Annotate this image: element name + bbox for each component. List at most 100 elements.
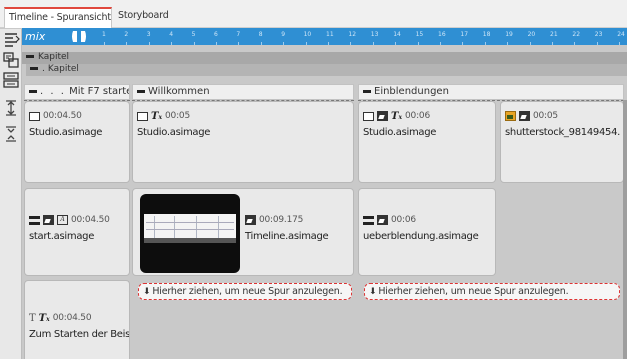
ungroup-icon[interactable] (2, 71, 20, 89)
clip-filename: shutterstock_98149454. (505, 127, 621, 138)
text-fx-icon: Tx (391, 110, 403, 122)
vertical-scrollbar[interactable] (623, 100, 627, 359)
ruler-tick-label: 11 (326, 31, 334, 38)
transition-icon (377, 111, 388, 121)
ruler-tick (507, 42, 509, 45)
timeline-clip[interactable]: Tx 00:06 Studio.asimage (358, 101, 496, 183)
timeline-clip[interactable]: 00:04.50 Studio.asimage (24, 101, 130, 183)
collapse-icon[interactable] (2, 125, 20, 143)
section-header[interactable]: . . . Mit F7 starten (24, 84, 130, 100)
thumb-detail (154, 216, 155, 238)
ruler-tick (552, 42, 553, 45)
timeline-toolbar (0, 29, 22, 359)
clip-filename: Studio.asimage (363, 127, 437, 138)
clip-filename: ueberblendung.asimage (363, 231, 479, 242)
ruler-tick-label: 23 (594, 31, 603, 38)
timeline-clip[interactable]: T Tx 00:04.50 Zum Starten der Beis (24, 280, 130, 359)
ruler-tick-label: 2 (124, 31, 129, 38)
clip-duration: 00:05 (165, 111, 190, 121)
expand-icon[interactable] (2, 99, 20, 117)
collapse-dash-icon (363, 89, 371, 93)
collapse-dash-icon (29, 89, 37, 93)
clip-filename: Studio.asimage (29, 127, 103, 138)
ruler-tick (193, 42, 195, 45)
ruler-tick (238, 42, 240, 45)
ruler-tick-label: 10 (303, 31, 312, 38)
ruler-tick (171, 42, 173, 45)
ruler-tick (529, 42, 531, 45)
ruler-tick (260, 42, 262, 45)
ruler-tick-label: 19 (505, 31, 513, 38)
ruler-tick (305, 42, 307, 45)
ruler-tick (283, 42, 285, 45)
clip-filename: Studio.asimage (137, 127, 211, 138)
new-track-dropzone[interactable]: ⬇ Hierher ziehen, um neue Spur anzulegen. (138, 283, 352, 300)
section-label: Mit F7 starten (69, 86, 129, 97)
down-arrow-icon: ⬇ (369, 287, 377, 297)
clip-filename: Timeline.asimage (245, 231, 329, 242)
tab-bar: Timeline - Spuransicht Storyboard (0, 0, 627, 28)
ruler-tick-label: 8 (258, 31, 263, 38)
timeline-clip[interactable]: A 00:04.50 start.asimage (24, 188, 130, 276)
ruler-tick-label: 20 (527, 31, 536, 38)
bars-icon (29, 215, 40, 225)
section-header[interactable]: Einblendungen (358, 84, 624, 100)
down-arrow-icon: ⬇ (143, 287, 151, 297)
ruler-tick-label: 17 (460, 31, 469, 38)
playhead-marker-icon[interactable] (70, 30, 88, 43)
transition-icon (519, 111, 530, 121)
group-icon[interactable] (2, 51, 20, 69)
clip-filename: Zum Starten der Beis (29, 329, 130, 340)
section-label: Willkommen (148, 86, 210, 97)
ruler-tick (574, 42, 576, 45)
timeline-clip[interactable]: 00:05 shutterstock_98149454. (500, 101, 624, 183)
dropzone-label: Hierher ziehen, um neue Spur anzulegen. (378, 286, 569, 297)
clip-thumbnail[interactable] (140, 194, 240, 273)
ruler-tick (148, 42, 150, 45)
bars-icon (363, 215, 374, 225)
text-icon: T (29, 312, 36, 324)
clip-duration: 00:06 (405, 111, 430, 121)
tab-storyboard[interactable]: Storyboard (114, 7, 173, 28)
new-track-dropzone[interactable]: ⬇ Hierher ziehen, um neue Spur anzulegen. (364, 283, 620, 300)
ruler-tick-label: 1 (102, 31, 106, 38)
align-icon[interactable] (2, 31, 20, 49)
transition-icon (43, 215, 54, 225)
timeline-clip[interactable]: 00:06 ueberblendung.asimage (358, 188, 496, 276)
ruler-tick (440, 42, 441, 45)
ruler-tick-label: 12 (348, 31, 357, 38)
chapter-bar[interactable]: . Kapitel (26, 64, 627, 76)
image-icon (29, 111, 40, 121)
clip-duration: 00:06 (391, 215, 416, 225)
collapse-dash-icon (137, 89, 145, 93)
collapse-dash-icon (26, 55, 34, 58)
dot-marker: . (42, 64, 45, 74)
chapter-bar[interactable]: Kapitel (22, 52, 627, 64)
timeline-ruler[interactable]: mix 1 2 3 4 5 6 7 8 9 10 11 12 13 14 15 16 17 18 19 20 21 22 2… (22, 28, 627, 45)
section-header[interactable]: Willkommen (132, 84, 354, 100)
thumb-detail (146, 229, 234, 230)
ruler-tick-label: 5 (191, 31, 196, 38)
clip-duration: 00:05 (533, 111, 558, 121)
ruler-tick-label: 16 (438, 31, 446, 38)
image-icon (137, 111, 148, 121)
thumb-detail (146, 222, 234, 223)
section-label: Einblendungen (374, 86, 449, 97)
timeline-clip[interactable]: Tx 00:05 Studio.asimage (132, 101, 354, 183)
text-fx-icon: Tx (38, 312, 50, 324)
tab-timeline-spuransicht[interactable]: Timeline - Spuransicht (4, 7, 112, 28)
dropzone-label: Hierher ziehen, um neue Spur anzulegen. (152, 286, 343, 297)
text-fx-icon: Tx (151, 110, 163, 122)
ruler-tick-label: 4 (169, 31, 174, 38)
clip-filename: start.asimage (29, 231, 95, 242)
ruler-tick-label: 18 (482, 31, 491, 38)
ruler-tick-label: 24 (617, 31, 625, 38)
thumbnail-screenshot (144, 214, 236, 240)
ruler-tick (462, 42, 464, 45)
ruler-tick-label: 22 (572, 31, 581, 38)
thumb-detail (218, 216, 219, 238)
clip-duration: 00:09.175 (259, 215, 304, 225)
collapse-dash-icon (30, 67, 38, 70)
ruler-tick-label: 6 (214, 31, 218, 38)
ruler-tick-label: 14 (393, 31, 401, 38)
